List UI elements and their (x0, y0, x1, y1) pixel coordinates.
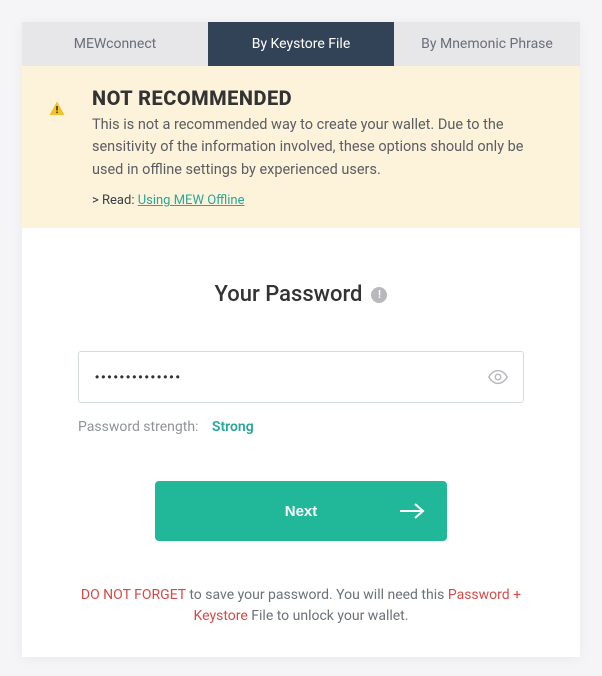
tab-mnemonic-phrase[interactable]: By Mnemonic Phrase (394, 22, 580, 66)
strength-value: Strong (212, 419, 254, 435)
next-button[interactable]: Next (155, 481, 447, 541)
warning-body: This is not a recommended way to create … (92, 114, 554, 181)
using-mew-offline-link[interactable]: Using MEW Offline (138, 193, 245, 208)
method-tabs: MEWconnect By Keystore File By Mnemonic … (22, 22, 580, 66)
eye-icon (487, 366, 509, 388)
password-heading-text: Your Password (215, 282, 363, 307)
footer-text-1: to save your password. You will need thi… (186, 587, 448, 603)
footer-text-2: File to unlock your wallet. (248, 608, 409, 624)
warning-content: NOT RECOMMENDED This is not a recommende… (92, 86, 554, 208)
create-wallet-card: MEWconnect By Keystore File By Mnemonic … (22, 22, 580, 657)
arrow-right-icon (399, 502, 425, 520)
strength-label: Password strength: (78, 419, 198, 435)
warning-read-line: > Read: Using MEW Offline (92, 193, 554, 208)
password-input[interactable] (78, 351, 524, 403)
tab-keystore-file[interactable]: By Keystore File (208, 22, 394, 66)
warning-title: NOT RECOMMENDED (92, 86, 554, 110)
password-input-wrap (78, 351, 524, 403)
warning-read-prefix: > Read: (92, 193, 138, 208)
footer-do-not-forget: DO NOT FORGET (81, 587, 186, 603)
warning-banner: NOT RECOMMENDED This is not a recommende… (22, 66, 580, 228)
password-heading: Your Password ! (215, 282, 388, 307)
warning-icon (42, 86, 72, 208)
tab-mewconnect[interactable]: MEWconnect (22, 22, 208, 66)
password-strength: Password strength: Strong (78, 419, 524, 435)
password-section: Your Password ! Password strength: Stron… (22, 228, 580, 657)
info-icon[interactable]: ! (371, 287, 387, 303)
next-label: Next (285, 503, 318, 520)
footer-note: DO NOT FORGET to save your password. You… (78, 585, 524, 627)
toggle-visibility-button[interactable] (486, 365, 510, 389)
